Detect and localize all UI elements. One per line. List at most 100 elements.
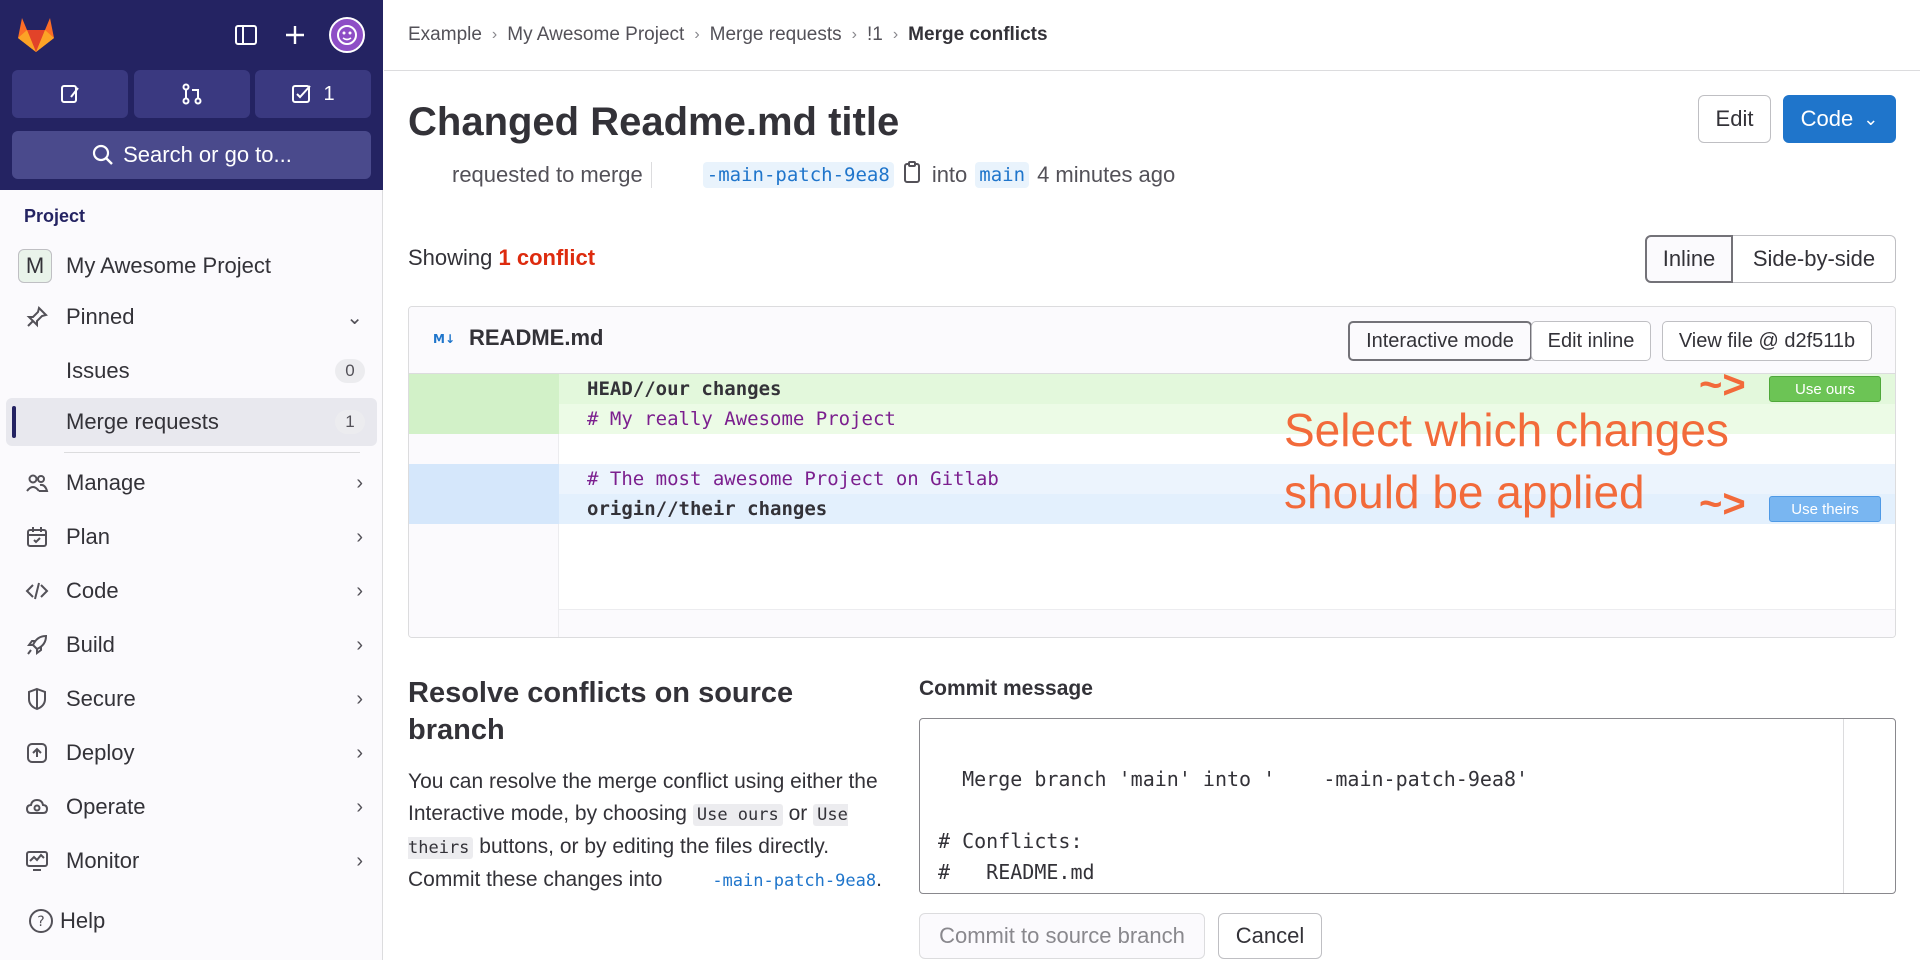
issues-label: Issues — [66, 358, 130, 383]
use-theirs-button[interactable]: Use theirs — [1769, 496, 1881, 522]
file-name: M↓ README.md — [433, 325, 603, 351]
sidebar-item-code[interactable]: Code › — [6, 567, 377, 615]
breadcrumb-example[interactable]: Example — [408, 24, 482, 46]
search-label: Search or go to... — [123, 142, 292, 167]
use-ours-button[interactable]: Use ours — [1769, 376, 1881, 402]
annotation-line: Select which changes — [1284, 404, 1729, 456]
sidebar-item-monitor[interactable]: Monitor › — [6, 837, 377, 885]
help-button[interactable]: ? Help — [28, 908, 105, 934]
cloud-gear-icon — [22, 792, 52, 822]
chevron-right-icon: › — [356, 579, 363, 602]
deploy-icon — [22, 738, 52, 768]
code-line: # My really Awesome Project — [587, 408, 896, 430]
markdown-icon: M↓ — [433, 332, 455, 346]
chevron-right-icon: › — [356, 849, 363, 872]
sidebar-item-pinned[interactable]: Pinned ⌄ — [6, 293, 377, 341]
merge-request-icon — [182, 83, 202, 105]
breadcrumb-project[interactable]: My Awesome Project — [507, 24, 684, 46]
user-avatar[interactable] — [329, 17, 365, 53]
plus-icon[interactable] — [280, 20, 310, 50]
sidebar-item-project[interactable]: M My Awesome Project — [6, 242, 377, 290]
inline-code: Use ours — [692, 804, 783, 826]
resolve-branch[interactable]: -main-patch-9ea8 — [712, 871, 876, 891]
annotation-arrow-icon: ~> — [1699, 363, 1746, 407]
project-name: My Awesome Project — [66, 253, 272, 278]
breadcrumb-separator-icon: › — [694, 26, 700, 43]
chevron-right-icon: › — [356, 795, 363, 818]
chevron-right-icon: › — [356, 525, 363, 548]
pin-icon — [22, 302, 52, 332]
code-dropdown-button[interactable]: Code ⌄ — [1783, 95, 1896, 143]
sidebar-item-operate[interactable]: Operate › — [6, 783, 377, 831]
cancel-button[interactable]: Cancel — [1218, 913, 1322, 959]
search-button[interactable]: Search or go to... — [12, 131, 371, 179]
sidebar-divider — [64, 452, 360, 453]
monitor-icon — [22, 846, 52, 876]
interactive-mode-button[interactable]: Interactive mode — [1348, 321, 1532, 361]
code-label: Code — [66, 578, 119, 603]
search-icon — [93, 144, 113, 165]
line-gutter — [409, 374, 559, 404]
chevron-right-icon: › — [356, 741, 363, 764]
code-icon — [22, 576, 52, 606]
build-label: Build — [66, 632, 115, 657]
copy-icon[interactable] — [902, 160, 924, 190]
time-ago: 4 minutes ago — [1037, 162, 1176, 187]
commit-message-textarea[interactable]: Merge branch 'main' into ' -main-patch-9… — [919, 718, 1896, 894]
line-gutter — [409, 404, 559, 434]
sidebar-item-merge-requests[interactable]: Merge requests 1 — [6, 398, 377, 446]
chevron-right-icon: › — [356, 687, 363, 710]
view-file-button[interactable]: View file @ d2f511b — [1662, 321, 1872, 361]
breadcrumb-merge-requests[interactable]: Merge requests — [710, 24, 842, 46]
breadcrumb-mr-id[interactable]: !1 — [867, 24, 883, 46]
sidebar-item-issues[interactable]: Issues 0 — [6, 347, 377, 395]
sidebar-item-manage[interactable]: Manage › — [6, 459, 377, 507]
commit-message-label: Commit message — [919, 677, 1093, 700]
view-toggle: Inline Side-by-side — [1645, 235, 1896, 283]
file-footer-row — [559, 609, 1895, 637]
target-branch[interactable]: main — [975, 162, 1030, 188]
breadcrumb-separator-icon: › — [851, 26, 857, 43]
code-line: origin//their changes — [587, 498, 828, 520]
annotation-line: should be applied — [1284, 466, 1645, 518]
resolve-text: . — [876, 868, 882, 891]
sidebar-header: 1 Search or go to... — [0, 0, 383, 190]
todos-count-button[interactable]: 1 — [255, 70, 371, 118]
annotation-text: Select which changes should be applied — [1284, 399, 1729, 523]
sidebar-section-title: Project — [24, 206, 86, 226]
deploy-label: Deploy — [66, 740, 135, 765]
operate-label: Operate — [66, 794, 146, 819]
textarea-scrollbar[interactable] — [1843, 719, 1895, 893]
breadcrumb-current: Merge conflicts — [908, 24, 1048, 45]
plan-label: Plan — [66, 524, 111, 549]
sidebar-item-plan[interactable]: Plan › — [6, 513, 377, 561]
edit-button[interactable]: Edit — [1698, 95, 1771, 143]
into-text: into — [931, 162, 968, 187]
commit-button[interactable]: Commit to source branch — [919, 913, 1205, 959]
svg-text:M↓: M↓ — [433, 332, 455, 346]
resolve-heading: Resolve conflicts on source branch — [408, 677, 794, 746]
rocket-icon — [22, 630, 52, 660]
sidebar-toggle-icon[interactable] — [231, 20, 261, 50]
sidebar: 1 Search or go to... Project M My Awesom… — [0, 0, 383, 960]
issues-count-badge: 0 — [335, 359, 365, 383]
merge-requests-count-badge: 1 — [335, 410, 365, 434]
help-label: Help — [60, 908, 106, 933]
edit-inline-button[interactable]: Edit inline — [1531, 321, 1651, 361]
page-title: Changed Readme.md title — [408, 100, 900, 144]
merge-requests-count-button[interactable] — [134, 70, 250, 118]
side-by-side-button[interactable]: Side-by-side — [1733, 235, 1896, 283]
calendar-icon — [22, 522, 52, 552]
monitor-label: Monitor — [66, 848, 140, 873]
source-branch[interactable]: -main-patch-9ea8 — [702, 162, 894, 188]
inline-view-button[interactable]: Inline — [1645, 235, 1733, 283]
gitlab-logo[interactable] — [14, 14, 58, 54]
sidebar-item-secure[interactable]: Secure › — [6, 675, 377, 723]
code-line: # The most awesome Project on Gitlab — [587, 468, 999, 490]
pinned-label: Pinned — [66, 304, 135, 329]
sidebar-item-deploy[interactable]: Deploy › — [6, 729, 377, 777]
sidebar-item-build[interactable]: Build › — [6, 621, 377, 669]
file-name-label: README.md — [469, 325, 604, 350]
issues-count-button[interactable] — [12, 70, 128, 118]
annotation-arrow-icon: ~> — [1699, 482, 1746, 526]
